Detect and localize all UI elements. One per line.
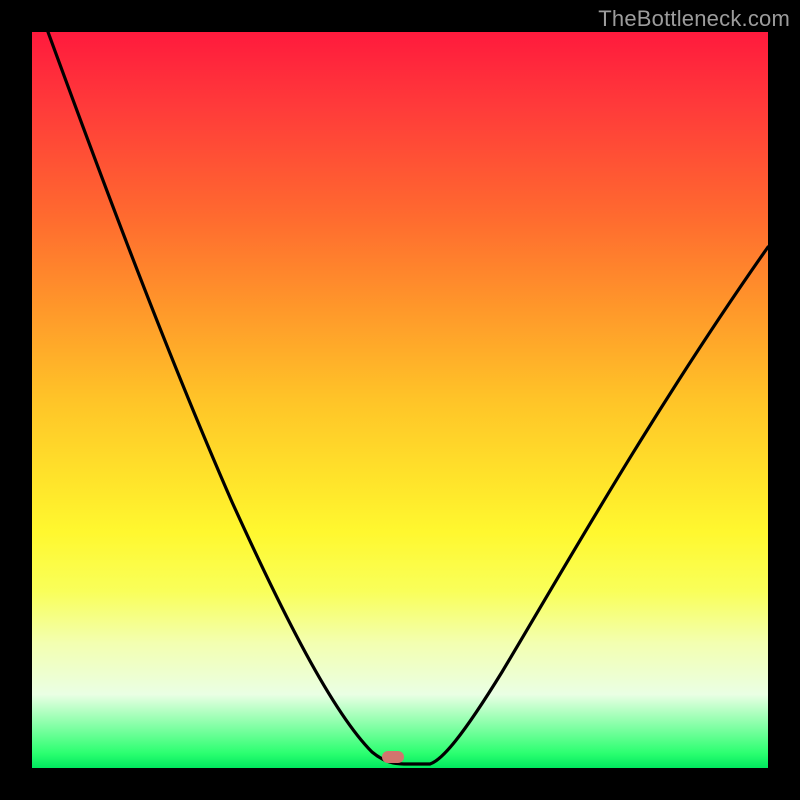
plot-area xyxy=(32,32,768,768)
optimum-marker xyxy=(382,751,404,763)
watermark-label: TheBottleneck.com xyxy=(598,6,790,32)
bottleneck-curve xyxy=(32,32,768,768)
curve-path xyxy=(48,32,768,764)
chart-frame: TheBottleneck.com xyxy=(0,0,800,800)
